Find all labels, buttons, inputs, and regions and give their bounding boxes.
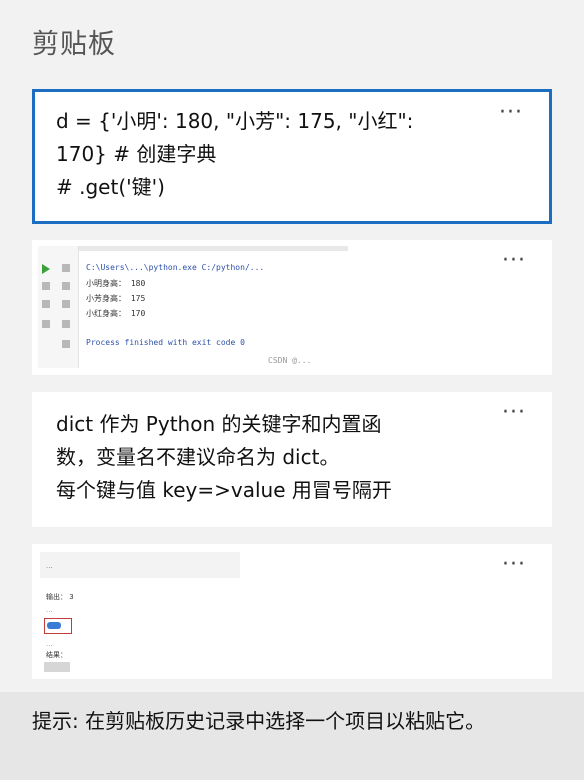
more-options-button[interactable]: ··· [502,250,526,272]
more-options-button[interactable]: ··· [502,402,526,424]
thumb-output-line: 小明身高： 180 [86,279,146,288]
hint-text: 提示: 在剪贴板历史记录中选择一个项目以粘贴它。 [32,709,486,733]
print-icon [62,340,70,348]
scroll-icon [62,320,70,328]
thumb-output-line: 小芳身高： 175 [86,294,146,303]
clipboard-item-1[interactable]: d = {'小明': 180, "小芳": 175, "小红": 170} # … [32,89,552,224]
thumb-toggle [47,622,61,629]
more-options-button[interactable]: ··· [499,102,523,124]
thumb-header-line: ... [46,562,53,570]
clipboard-item-text: dict 作为 Python 的关键字和内置函 数，变量名不建议命名为 dict… [56,412,392,502]
thumb-line: ... [46,606,53,614]
clipboard-item-text: d = {'小明': 180, "小芳": 175, "小红": 170} # … [56,109,414,199]
stop-icon [42,282,50,290]
thumb-watermark: CSDN @... [268,356,312,365]
thumb-line: 结果： [46,651,67,659]
wrap-icon [62,300,70,308]
clipboard-item-2[interactable]: C:\Users\...\python.exe C:/python/... 小明… [32,240,552,375]
panel-title: 剪贴板 [32,29,116,60]
thumb-line: 输出： 3 [46,593,74,601]
thumb-button [44,662,70,672]
thumb-exit-line: Process finished with exit code 0 [86,338,245,347]
down-arrow-icon [62,282,70,290]
run-icon [42,264,50,274]
thumb-output-line: 小红身高： 170 [86,309,146,318]
clipboard-item-3[interactable]: dict 作为 Python 的关键字和内置函 数，变量名不建议命名为 dict… [32,392,552,527]
more-options-button[interactable]: ··· [502,554,526,576]
thumb-line: ... [46,640,53,648]
pin-icon [42,320,50,328]
screenshot-thumbnail: ... 输出： 3 ... ... 结果： [40,552,240,678]
thumb-path-line: C:\Users\...\python.exe C:/python/... [86,263,265,272]
screenshot-thumbnail: C:\Users\...\python.exe C:/python/... 小明… [38,246,348,368]
rerun-icon [42,300,50,308]
clipboard-item-4[interactable]: ... 输出： 3 ... ... 结果： ··· [32,544,552,679]
up-arrow-icon [62,264,70,272]
hint-bar: 提示: 在剪贴板历史记录中选择一个项目以粘贴它。 [0,692,584,780]
